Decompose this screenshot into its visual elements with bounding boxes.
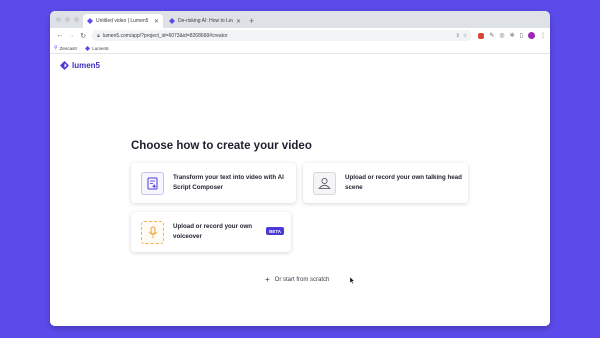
bookmark-star-icon[interactable]: ☆ — [463, 33, 467, 39]
lock-icon[interactable]: 🔒︎ — [97, 33, 100, 39]
bookmarks-bar: ⚲ Zencastr Lumen5 — [50, 43, 550, 54]
ai-script-icon — [141, 171, 164, 195]
option-label: Upload or record your own talking head s… — [345, 174, 462, 191]
option-talking-head[interactable]: Upload or record your own talking head s… — [303, 163, 468, 203]
person-icon — [313, 171, 336, 195]
bookmark-zencastr[interactable]: ⚲ Zencastr — [54, 45, 77, 51]
option-voiceover[interactable]: Upload or record your own voiceover BETA — [131, 212, 291, 252]
scratch-label: Or start from scratch — [274, 276, 330, 283]
bookmark-lumen5[interactable]: Lumen5 — [85, 45, 109, 51]
extension-icon[interactable]: ◎ — [499, 32, 504, 39]
profile-avatar[interactable] — [527, 32, 535, 39]
extensions-area: ✎ ◎ ✲ ▯ ⋮ — [478, 32, 546, 39]
address-bar[interactable]: 🔒︎ lumen5.com/app/?project_id=6073&id=82… — [92, 30, 473, 41]
share-icon[interactable]: ⇪ — [456, 33, 460, 39]
pin-icon: ⚲ — [54, 45, 58, 51]
bookmark-label: Lumen5 — [92, 45, 109, 51]
tab-lumen5[interactable]: Untitled video | Lumen5 ✕ — [83, 14, 163, 28]
beta-badge: BETA — [266, 227, 284, 235]
forward-icon[interactable]: → — [66, 32, 78, 39]
page-content: lumen5 Choose how to create your video T… — [50, 55, 550, 326]
sidebar-icon[interactable]: ▯ — [520, 32, 523, 39]
puzzle-icon[interactable]: ✲ — [510, 32, 515, 39]
reload-icon[interactable]: ↻ — [77, 32, 89, 40]
extension-icon[interactable] — [478, 32, 485, 39]
menu-icon[interactable]: ⋮ — [540, 32, 546, 39]
page-title: Choose how to create your video — [131, 140, 312, 152]
tab-label: De-risking AI: How to Leverage... — [178, 18, 233, 24]
lumen5-tab-icon — [87, 18, 93, 24]
option-label: Upload or record your own voiceover — [173, 223, 253, 240]
logo-text: lumen5 — [72, 61, 101, 70]
close-tab-icon[interactable]: ✕ — [154, 18, 159, 25]
tab-label: Untitled video | Lumen5 — [96, 18, 149, 24]
tab-derisking-ai[interactable]: De-risking AI: How to Leverage... ✕ — [165, 14, 245, 28]
new-tab-icon[interactable]: + — [249, 14, 254, 28]
option-label: Transform your text into video with AI S… — [173, 174, 284, 191]
close-window-dot[interactable] — [56, 17, 61, 22]
lumen5-icon — [85, 45, 91, 51]
bookmark-label: Zencastr — [59, 45, 78, 51]
lumen5-logo-icon — [60, 61, 69, 70]
lumen5-logo[interactable]: lumen5 — [60, 61, 100, 70]
url-text[interactable]: lumen5.com/app/?project_id=6073&id=82686… — [103, 33, 453, 39]
browser-window: Untitled video | Lumen5 ✕ De-risking AI:… — [50, 11, 550, 326]
start-from-scratch-link[interactable]: + Or start from scratch — [265, 275, 329, 284]
minimize-window-dot[interactable] — [65, 17, 70, 22]
mouse-cursor-icon — [350, 277, 355, 284]
close-tab-icon[interactable]: ✕ — [236, 18, 241, 25]
plus-icon: + — [265, 275, 270, 284]
back-icon[interactable]: ← — [54, 32, 66, 39]
extension-icon[interactable]: ✎ — [489, 32, 494, 39]
tab-strip: Untitled video | Lumen5 ✕ De-risking AI:… — [50, 11, 550, 28]
option-ai-script-composer[interactable]: Transform your text into video with AI S… — [131, 163, 296, 203]
microphone-icon — [141, 220, 164, 244]
maximize-window-dot[interactable] — [74, 17, 79, 22]
browser-toolbar: ← → ↻ 🔒︎ lumen5.com/app/?project_id=6073… — [50, 28, 550, 43]
window-controls — [56, 17, 79, 22]
lumen5-tab-icon — [169, 18, 175, 24]
